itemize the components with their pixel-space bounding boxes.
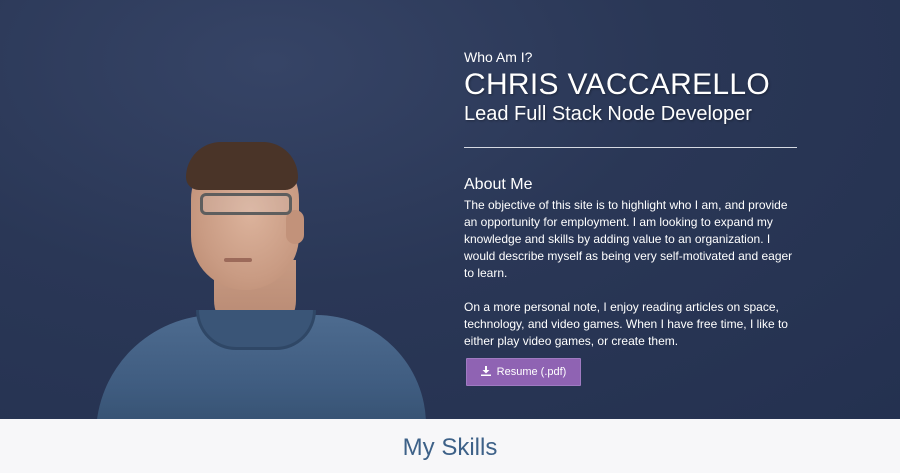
person-name: CHRIS VACCARELLO (464, 68, 770, 101)
about-heading: About Me (464, 176, 533, 193)
skills-heading: My Skills (402, 434, 498, 461)
about-paragraph-2: On a more personal note, I enjoy reading… (464, 300, 788, 348)
resume-download-button[interactable]: Resume (.pdf) (466, 358, 581, 386)
divider (464, 147, 797, 148)
about-paragraph-1: The objective of this site is to highlig… (464, 198, 793, 280)
profile-photo (96, 140, 426, 419)
intro-block: Who Am I? CHRIS VACCARELLO Lead Full Sta… (464, 48, 800, 350)
job-title: Lead Full Stack Node Developer (464, 103, 752, 125)
hero-section: Who Am I? CHRIS VACCARELLO Lead Full Sta… (0, 0, 900, 419)
resume-button-label: Resume (.pdf) (496, 366, 567, 378)
hero-subtitle: Who Am I? (464, 49, 533, 65)
download-icon (480, 365, 491, 379)
skills-section: My Skills (0, 419, 900, 473)
